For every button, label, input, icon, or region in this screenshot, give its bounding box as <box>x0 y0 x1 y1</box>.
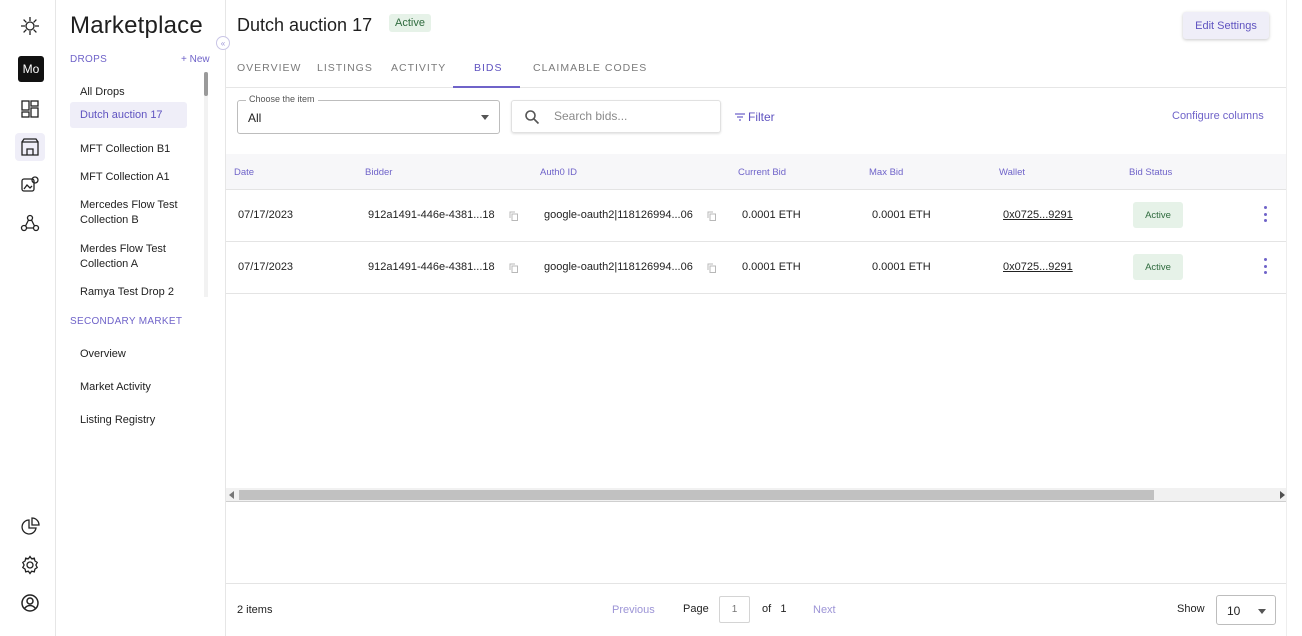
network-icon[interactable] <box>18 211 42 235</box>
secondary-item-listing-registry[interactable]: Listing Registry <box>70 413 165 428</box>
cell-wallet-link[interactable]: 0x0725...9291 <box>1003 261 1073 273</box>
configure-columns-link[interactable]: Configure columns <box>1172 110 1264 122</box>
main-content: Dutch auction 17 Active Edit Settings OV… <box>226 0 1302 636</box>
filter-label: Filter <box>748 110 775 124</box>
secondary-item-overview[interactable]: Overview <box>70 347 136 362</box>
drops-scroll-thumb[interactable] <box>204 72 208 96</box>
page-label: Page <box>683 603 709 615</box>
sidebar-title: Marketplace <box>70 12 203 39</box>
table-row[interactable]: 07/17/2023 912a1491-446e-4381...18 googl… <box>226 242 1288 294</box>
marketplace-sidebar: Marketplace DROPS + New « All Drops Dutc… <box>56 0 230 636</box>
copy-icon[interactable] <box>509 263 518 273</box>
page-number-input[interactable] <box>719 596 750 623</box>
tab-claimable-codes[interactable]: CLAIMABLE CODES <box>533 62 647 74</box>
new-drop-link[interactable]: + New <box>181 54 210 65</box>
drop-item-merdes-a[interactable]: Merdes Flow Test Collection A <box>70 242 190 272</box>
column-header-max-bid[interactable]: Max Bid <box>869 167 903 178</box>
previous-page-button[interactable]: Previous <box>612 604 655 616</box>
status-badge: Active <box>389 14 431 32</box>
item-select-label: Choose the item <box>246 94 318 104</box>
column-header-auth0[interactable]: Auth0 ID <box>540 167 577 178</box>
page-size-select[interactable]: 10 <box>1216 595 1276 625</box>
copy-icon[interactable] <box>707 211 716 221</box>
cell-date: 07/17/2023 <box>238 209 294 221</box>
cell-max-bid: 0.0001 ETH <box>872 209 931 221</box>
horizontal-scrollbar[interactable] <box>226 488 1288 502</box>
page-total: of 1 <box>762 603 787 615</box>
logo-icon[interactable] <box>18 14 42 38</box>
filter-button[interactable]: Filter <box>735 110 775 124</box>
cell-wallet-link[interactable]: 0x0725...9291 <box>1003 209 1073 221</box>
chevron-down-icon <box>481 115 489 120</box>
column-header-date[interactable]: Date <box>234 167 254 178</box>
search-icon <box>525 110 540 125</box>
tab-listings[interactable]: LISTINGS <box>317 62 373 74</box>
copy-icon[interactable] <box>707 263 716 273</box>
drop-item-dutch-auction-17[interactable]: Dutch auction 17 <box>70 102 187 128</box>
page-size-value: 10 <box>1227 604 1241 618</box>
cell-auth0: google-oauth2|118126994...06 <box>544 261 693 273</box>
active-tab-indicator <box>453 86 520 88</box>
collections-icon[interactable] <box>18 173 42 197</box>
search-bids-box[interactable] <box>511 100 721 133</box>
workspace-badge[interactable]: Mo <box>18 56 44 82</box>
drop-item-mft-b1[interactable]: MFT Collection B1 <box>70 142 190 157</box>
secondary-item-market-activity[interactable]: Market Activity <box>70 380 161 395</box>
pagination-footer: 2 items Previous Page of 1 Next Show 10 <box>226 583 1288 636</box>
row-menu-icon[interactable] <box>1262 258 1268 274</box>
cell-current-bid: 0.0001 ETH <box>742 261 801 273</box>
bid-status-badge: Active <box>1133 254 1183 280</box>
horizontal-scroll-thumb[interactable] <box>239 490 1154 500</box>
item-select-value: All <box>248 111 262 125</box>
cell-date: 07/17/2023 <box>238 261 294 273</box>
drop-item-ramya-2[interactable]: Ramya Test Drop 2 <box>70 285 190 300</box>
tab-activity[interactable]: ACTIVITY <box>391 62 446 74</box>
marketplace-icon[interactable] <box>18 135 42 159</box>
cell-max-bid: 0.0001 ETH <box>872 261 931 273</box>
item-select[interactable]: Choose the item All <box>237 94 500 134</box>
secondary-market-label: SECONDARY MARKET <box>70 316 183 327</box>
table-row[interactable]: 07/17/2023 912a1491-446e-4381...18 googl… <box>226 190 1288 242</box>
settings-icon[interactable] <box>18 553 42 577</box>
dashboard-icon[interactable] <box>18 97 42 121</box>
edit-settings-button[interactable]: Edit Settings <box>1183 12 1269 39</box>
account-icon[interactable] <box>18 591 42 615</box>
filter-icon <box>735 113 745 121</box>
drops-scroll-track[interactable] <box>204 72 208 297</box>
page-scrollbar[interactable] <box>1286 0 1302 636</box>
row-menu-icon[interactable] <box>1262 206 1268 222</box>
cell-bidder: 912a1491-446e-4381...18 <box>368 261 495 273</box>
analytics-icon[interactable] <box>18 515 42 539</box>
column-header-bid-status[interactable]: Bid Status <box>1129 167 1172 178</box>
copy-icon[interactable] <box>509 211 518 221</box>
page-size-label: Show <box>1177 603 1205 615</box>
table-header: Date Bidder Auth0 ID Current Bid Max Bid… <box>226 154 1288 190</box>
next-page-button[interactable]: Next <box>813 604 836 616</box>
search-input[interactable] <box>554 109 714 123</box>
scroll-right-icon[interactable] <box>1280 491 1285 499</box>
cell-auth0: google-oauth2|118126994...06 <box>544 209 693 221</box>
cell-current-bid: 0.0001 ETH <box>742 209 801 221</box>
item-count: 2 items <box>237 604 273 616</box>
column-header-bidder[interactable]: Bidder <box>365 167 392 178</box>
icon-rail: Mo <box>0 0 56 636</box>
drops-section-label: DROPS <box>70 54 108 65</box>
bid-status-badge: Active <box>1133 202 1183 228</box>
drop-item-mercedes-b[interactable]: Mercedes Flow Test Collection B <box>70 198 190 228</box>
column-header-wallet[interactable]: Wallet <box>999 167 1025 178</box>
drop-item-all[interactable]: All Drops <box>70 85 190 100</box>
column-header-current-bid[interactable]: Current Bid <box>738 167 786 178</box>
page-title: Dutch auction 17 <box>237 15 373 35</box>
tab-bids[interactable]: BIDS <box>474 62 503 74</box>
scroll-left-icon[interactable] <box>229 491 234 499</box>
cell-bidder: 912a1491-446e-4381...18 <box>368 209 495 221</box>
drop-item-mft-a1[interactable]: MFT Collection A1 <box>70 170 190 185</box>
tab-bar: OVERVIEW LISTINGS ACTIVITY BIDS CLAIMABL… <box>226 54 1288 88</box>
chevron-down-icon <box>1258 609 1266 614</box>
tab-overview[interactable]: OVERVIEW <box>237 62 301 74</box>
